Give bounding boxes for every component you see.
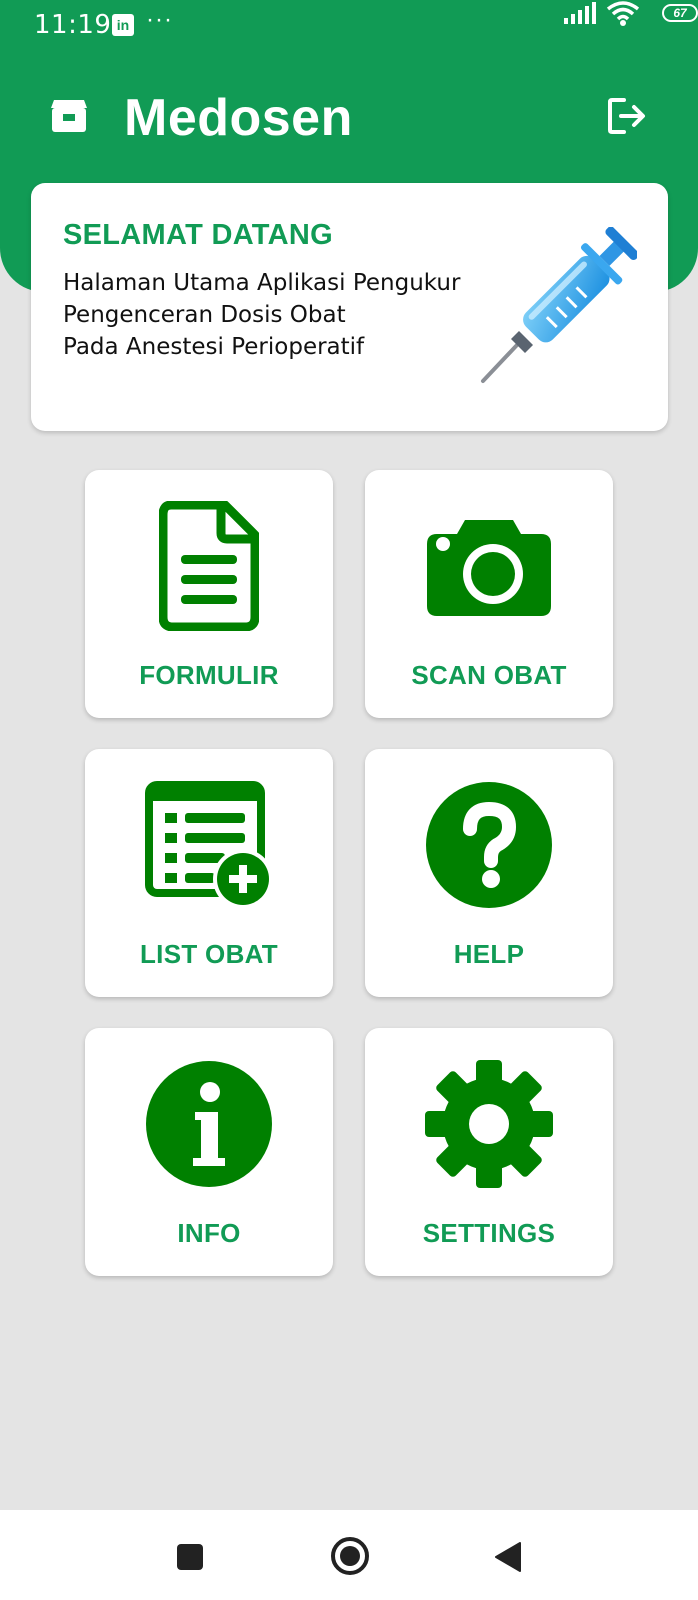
help-card[interactable]: HELP [365, 749, 613, 997]
battery-indicator: 67 [662, 4, 698, 22]
welcome-line: Pengenceran Dosis Obat [63, 302, 346, 328]
list-obat-label: LIST OBAT [140, 939, 278, 969]
info-icon [146, 1061, 272, 1187]
settings-label: SETTINGS [422, 1218, 556, 1248]
linkedin-notification-icon: in [112, 14, 134, 36]
help-icon [426, 782, 552, 908]
wifi-icon [606, 1, 640, 26]
camera-icon [427, 520, 551, 616]
store-icon[interactable] [50, 98, 88, 134]
settings-card[interactable]: SETTINGS [365, 1028, 613, 1276]
welcome-line: Halaman Utama Aplikasi Pengukur [63, 270, 461, 296]
scan-obat-card[interactable]: SCAN OBAT [365, 470, 613, 718]
system-navigation-bar [0, 1510, 698, 1600]
status-time: 11:19 [34, 10, 112, 40]
more-notifications-icon: ··· [146, 6, 173, 33]
formulir-card[interactable]: FORMULIR [85, 470, 333, 718]
document-icon [159, 501, 259, 631]
signal-icon [564, 2, 596, 24]
recents-button[interactable] [177, 1544, 203, 1570]
app-title: Medosen [124, 89, 353, 147]
welcome-description: Halaman Utama Aplikasi Pengukur Pengence… [63, 267, 503, 363]
help-label: HELP [453, 939, 525, 969]
logout-icon[interactable] [606, 96, 648, 136]
home-button[interactable] [330, 1536, 370, 1576]
list-obat-card[interactable]: LIST OBAT [85, 749, 333, 997]
formulir-label: FORMULIR [139, 660, 279, 690]
welcome-line: Pada Anestesi Perioperatif [63, 334, 365, 360]
info-label: INFO [177, 1218, 241, 1248]
welcome-card: SELAMAT DATANG Halaman Utama Aplikasi Pe… [31, 183, 668, 431]
welcome-title: SELAMAT DATANG [63, 219, 334, 251]
scan-obat-label: SCAN OBAT [411, 660, 567, 690]
gear-icon [425, 1060, 553, 1188]
status-bar: 11:19 in ··· 67 [0, 0, 698, 52]
info-card[interactable]: INFO [85, 1028, 333, 1276]
back-button[interactable] [494, 1541, 522, 1573]
syringe-icon [481, 227, 637, 383]
list-add-icon [145, 781, 273, 909]
